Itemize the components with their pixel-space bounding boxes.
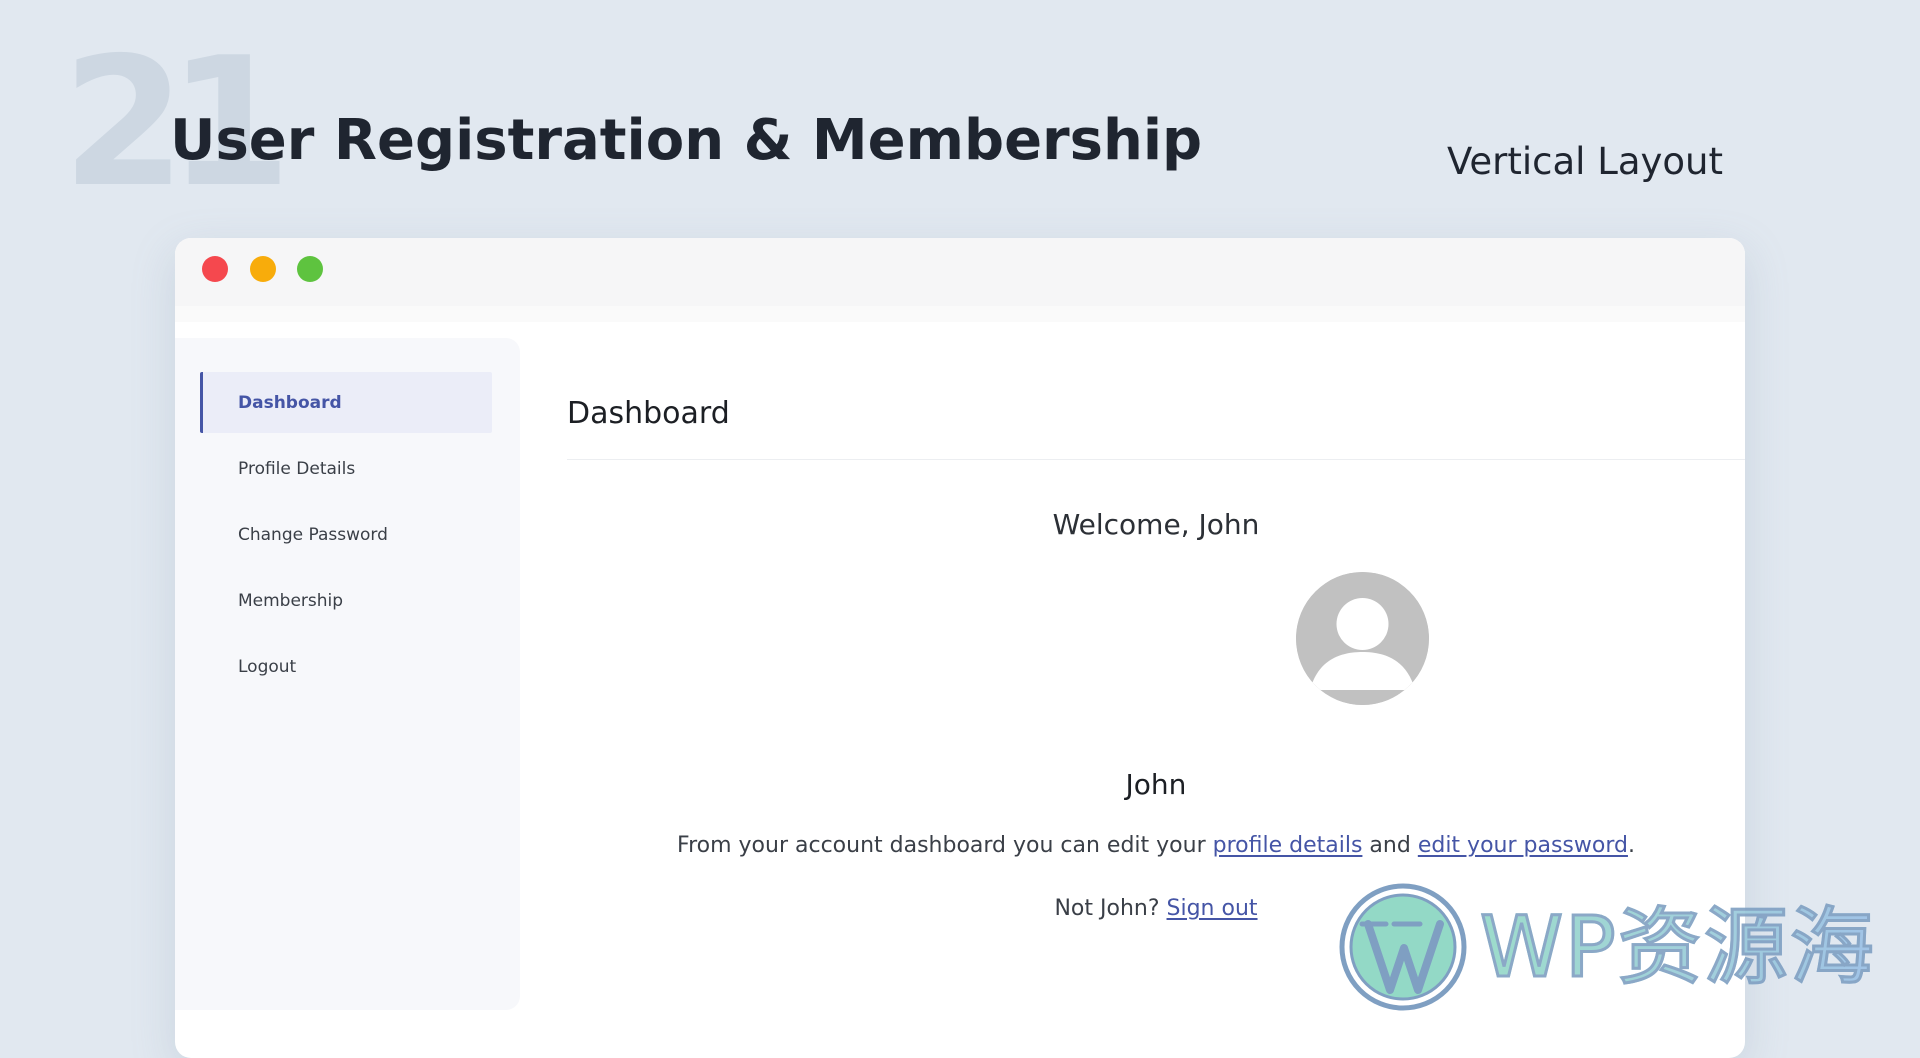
slide-subtitle: Vertical Layout	[1446, 140, 1723, 183]
profile-details-link[interactable]: profile details	[1213, 833, 1363, 858]
window-titlebar	[175, 238, 1745, 306]
account-sidebar: Dashboard Profile Details Change Passwor…	[175, 338, 520, 1010]
user-avatar-placeholder-icon	[1296, 572, 1429, 705]
sign-out-link[interactable]: Sign out	[1167, 896, 1258, 921]
maximize-window-button[interactable]	[297, 256, 323, 282]
sidebar-item-dashboard[interactable]: Dashboard	[200, 372, 492, 433]
info-text-suffix: .	[1627, 833, 1635, 858]
close-window-button[interactable]	[202, 256, 228, 282]
slide-title: User Registration & Membership	[170, 108, 1203, 173]
minimize-window-button[interactable]	[250, 256, 276, 282]
edit-password-link[interactable]: edit your password	[1418, 833, 1628, 858]
dashboard-info-text: From your account dashboard you can edit…	[567, 833, 1745, 858]
sidebar-item-membership[interactable]: Membership	[200, 570, 492, 631]
account-menu: Dashboard Profile Details Change Passwor…	[200, 372, 492, 702]
sidebar-item-logout[interactable]: Logout	[200, 636, 492, 697]
signout-prefix: Not John?	[1054, 896, 1167, 921]
sidebar-item-change-password[interactable]: Change Password	[200, 504, 492, 565]
page-title: Dashboard	[567, 396, 730, 431]
info-text-middle: and	[1362, 833, 1418, 858]
browser-window: Dashboard Profile Details Change Passwor…	[175, 238, 1745, 1058]
signout-text: Not John? Sign out	[567, 896, 1745, 921]
sidebar-item-profile-details[interactable]: Profile Details	[200, 438, 492, 499]
info-text-prefix: From your account dashboard you can edit…	[677, 833, 1213, 858]
dashboard-content: Dashboard Welcome, John John From your a…	[567, 338, 1745, 1010]
heading-divider	[567, 459, 1745, 460]
user-display-name: John	[1125, 768, 1187, 801]
welcome-message: Welcome, John	[1052, 508, 1260, 541]
titlebar-divider	[175, 306, 1745, 322]
